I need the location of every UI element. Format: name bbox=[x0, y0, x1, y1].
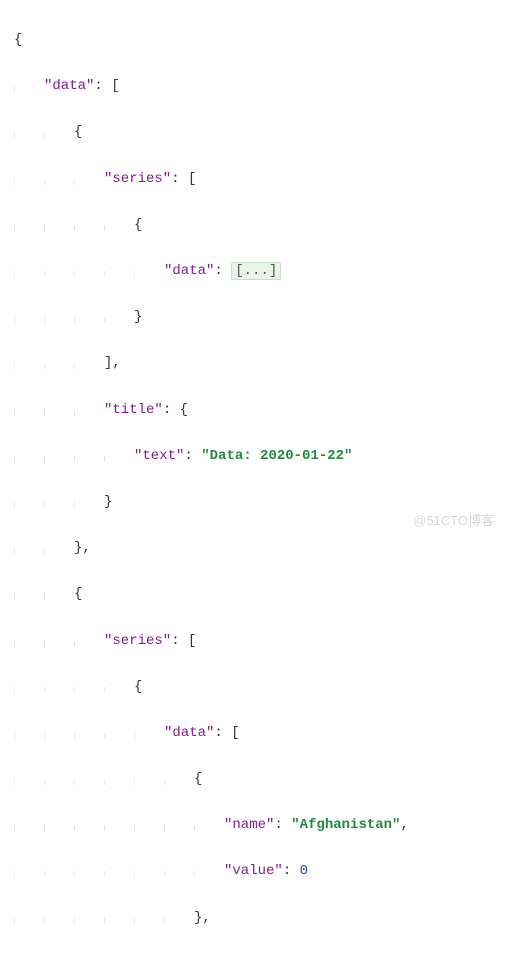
bracket-open: [ bbox=[231, 725, 239, 741]
code-line: "data": [...] bbox=[14, 260, 508, 283]
bracket-open: [ bbox=[188, 171, 196, 187]
brace-open: { bbox=[74, 124, 82, 140]
code-line: "name": "Afghanistan", bbox=[14, 814, 508, 837]
json-string: "Afghanistan" bbox=[291, 817, 400, 833]
code-line: "value": 0 bbox=[14, 860, 508, 883]
code-line: "series": [ bbox=[14, 168, 508, 191]
json-code-block: { "data": [ { "series": [ { "data": [...… bbox=[0, 0, 508, 953]
json-key: "name" bbox=[224, 817, 274, 833]
code-line: ], bbox=[14, 352, 508, 375]
code-line: } bbox=[14, 491, 508, 514]
code-line: "data": [ bbox=[14, 722, 508, 745]
code-line: { bbox=[14, 583, 508, 606]
brace-open: { bbox=[134, 679, 142, 695]
code-line: "title": { bbox=[14, 399, 508, 422]
bracket-close: ], bbox=[104, 355, 121, 371]
json-key: "text" bbox=[134, 448, 184, 464]
code-line: } bbox=[14, 306, 508, 329]
bracket-open: [ bbox=[111, 78, 119, 94]
brace-close: } bbox=[104, 494, 112, 510]
brace-close: } bbox=[134, 309, 142, 325]
code-line: }, bbox=[14, 907, 508, 930]
brace-open: { bbox=[14, 32, 22, 48]
folded-region[interactable]: [...] bbox=[231, 262, 281, 280]
code-line: "text": "Data: 2020-01-22" bbox=[14, 445, 508, 468]
json-key: "value" bbox=[224, 863, 283, 879]
json-number: 0 bbox=[300, 863, 308, 879]
brace-open: { bbox=[194, 771, 202, 787]
code-line: { bbox=[14, 29, 508, 52]
bracket-open: [ bbox=[188, 633, 196, 649]
code-line: { bbox=[14, 768, 508, 791]
json-key: "data" bbox=[44, 78, 94, 94]
code-line: "series": [ bbox=[14, 630, 508, 653]
brace-close: }, bbox=[194, 910, 211, 926]
brace-close: }, bbox=[74, 540, 91, 556]
brace-open: { bbox=[74, 586, 82, 602]
code-line: { bbox=[14, 121, 508, 144]
code-line: { bbox=[14, 214, 508, 237]
code-line: "data": [ bbox=[14, 75, 508, 98]
json-key: "data" bbox=[164, 263, 214, 279]
code-line: { bbox=[14, 676, 508, 699]
json-key: "series" bbox=[104, 633, 171, 649]
json-key: "data" bbox=[164, 725, 214, 741]
json-key: "title" bbox=[104, 402, 163, 418]
json-string: "Data: 2020-01-22" bbox=[201, 448, 352, 464]
brace-open: { bbox=[134, 217, 142, 233]
brace-open: { bbox=[180, 402, 188, 418]
json-key: "series" bbox=[104, 171, 171, 187]
